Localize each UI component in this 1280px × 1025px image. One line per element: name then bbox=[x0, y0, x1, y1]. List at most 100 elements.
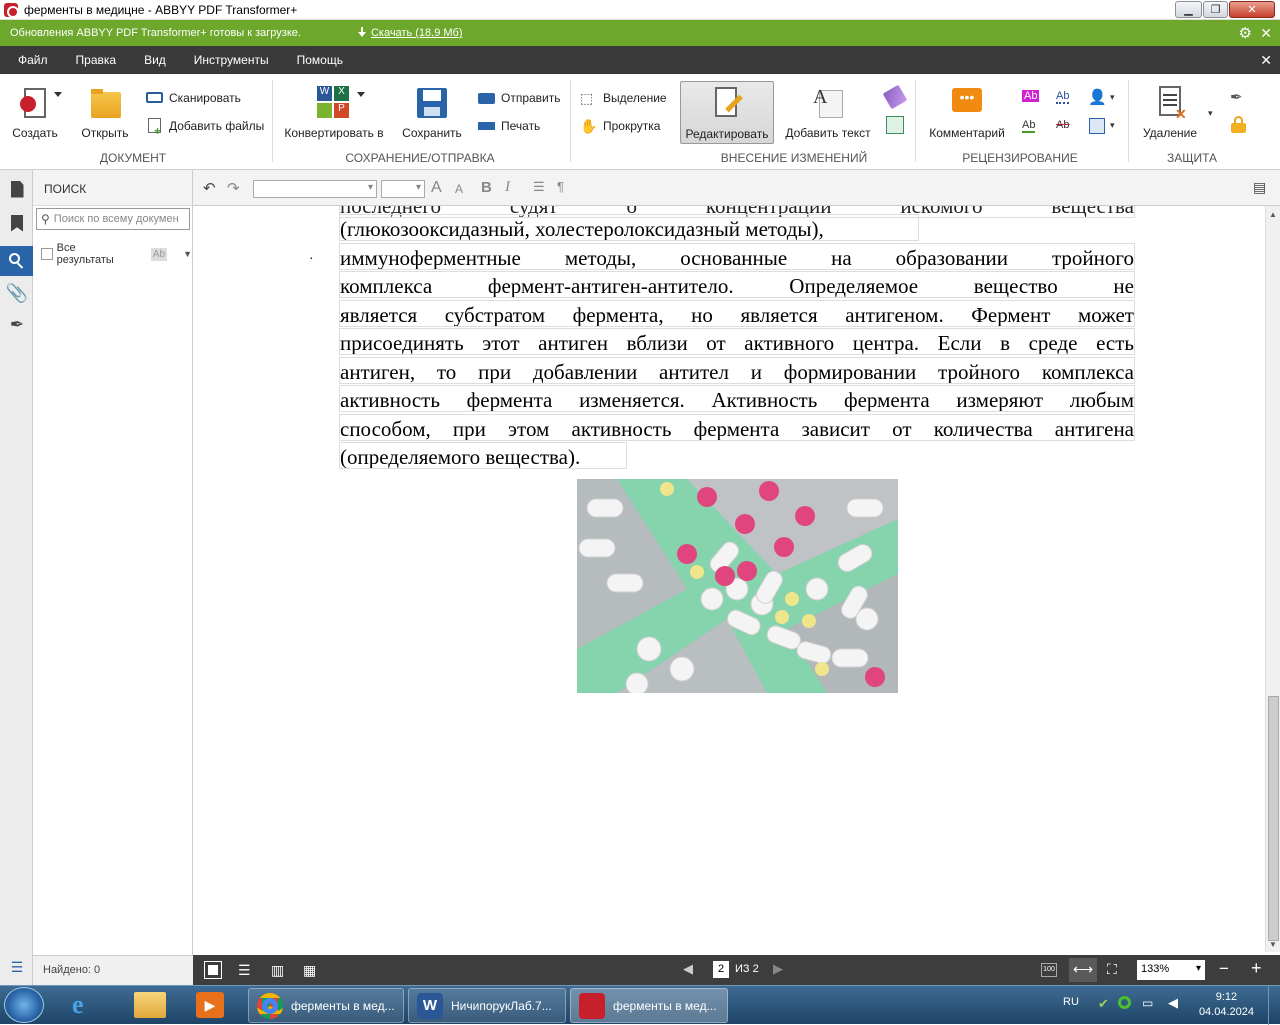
fit-page-icon[interactable]: ⛶ bbox=[1107, 961, 1117, 978]
close-button[interactable]: ✕ bbox=[1229, 1, 1275, 18]
underline-text-icon[interactable]: Ab bbox=[1022, 119, 1036, 133]
search-icon[interactable] bbox=[0, 246, 33, 276]
explorer-folder-icon[interactable] bbox=[134, 992, 166, 1018]
replace-text-icon[interactable]: Ab bbox=[1056, 90, 1070, 104]
paragraph-icon[interactable]: ¶ bbox=[557, 179, 564, 194]
document-line[interactable]: активность фермента изменяется. Активнос… bbox=[339, 385, 1135, 412]
document-line[interactable]: присоединять этот антиген вблизи от акти… bbox=[339, 328, 1135, 355]
vertical-scrollbar[interactable]: ▲ ▼ bbox=[1265, 206, 1280, 952]
prev-page-icon[interactable]: ◀ bbox=[683, 961, 693, 977]
media-player-icon[interactable]: ▶ bbox=[196, 992, 224, 1018]
show-desktop-button[interactable] bbox=[1268, 986, 1280, 1025]
document-line[interactable]: (глюкозооксидазный, холестеролоксидазный… bbox=[339, 214, 919, 241]
pages-icon[interactable] bbox=[6, 178, 28, 200]
zoom-out-icon[interactable]: − bbox=[1219, 959, 1229, 979]
taskbar-abbyy-window[interactable]: ферменты в мед... bbox=[570, 988, 728, 1023]
download-link[interactable]: Скачать (18,9 Мб) bbox=[357, 27, 463, 39]
lock-icon[interactable] bbox=[1231, 116, 1246, 133]
maximize-button[interactable]: ❐ bbox=[1203, 1, 1228, 18]
document-line[interactable]: комплекса фермент-антиген-антитело. Опре… bbox=[339, 271, 1135, 298]
fit-width-icon[interactable]: ⟷ bbox=[1069, 958, 1097, 982]
system-clock[interactable]: 9:12 04.04.2024 bbox=[1199, 990, 1254, 1020]
two-page-continuous-icon[interactable]: ▦ bbox=[303, 962, 319, 978]
menu-file[interactable]: Файл bbox=[18, 53, 48, 67]
convert-button[interactable]: W X P Конвертировать в bbox=[282, 86, 386, 140]
comment-button[interactable]: ••• Комментарий bbox=[925, 86, 1009, 140]
taskbar-chrome-window[interactable]: ферменты в мед... bbox=[248, 988, 404, 1023]
match-case-icon[interactable]: Ab bbox=[150, 247, 168, 261]
document-line[interactable]: иммуноферментные методы, основанные на о… bbox=[339, 243, 1135, 270]
delete-button[interactable]: ✕ Удаление bbox=[1140, 86, 1200, 140]
actual-size-icon[interactable]: 100 bbox=[1041, 963, 1057, 977]
font-size-select[interactable] bbox=[381, 180, 425, 198]
start-button[interactable] bbox=[4, 987, 44, 1023]
notes-list-icon[interactable]: ☰ bbox=[6, 956, 28, 978]
menu-help[interactable]: Помощь bbox=[297, 53, 343, 67]
open-button[interactable]: Открыть bbox=[80, 86, 130, 140]
page-number-input[interactable]: 2 bbox=[713, 961, 729, 978]
italic-icon[interactable]: I bbox=[505, 179, 510, 196]
save-button[interactable]: Сохранить bbox=[402, 86, 462, 140]
single-page-view-icon[interactable] bbox=[204, 961, 222, 979]
add-image-icon[interactable] bbox=[886, 116, 904, 134]
add-text-button[interactable]: A Добавить текст bbox=[784, 86, 872, 140]
language-indicator[interactable]: RU bbox=[1063, 996, 1079, 1008]
next-page-icon[interactable]: ▶ bbox=[773, 961, 783, 977]
align-icon[interactable]: ☰ bbox=[533, 179, 545, 195]
eraser-icon[interactable] bbox=[882, 84, 908, 110]
continuous-view-icon[interactable]: ☰ bbox=[238, 962, 254, 978]
internet-explorer-icon[interactable]: e bbox=[72, 990, 84, 1020]
add-files-button[interactable]: + Добавить файлы bbox=[146, 118, 264, 138]
attachment-icon[interactable]: 📎 bbox=[6, 282, 28, 304]
stamp-icon[interactable]: 👤 bbox=[1088, 88, 1107, 106]
strikethrough-text-icon[interactable]: Ab bbox=[1056, 119, 1069, 131]
all-results-checkbox[interactable] bbox=[41, 248, 53, 260]
minimize-button[interactable]: ▁ bbox=[1175, 1, 1202, 18]
close-update-icon[interactable]: ✕ bbox=[1260, 25, 1272, 42]
increase-font-icon[interactable]: A bbox=[431, 179, 442, 197]
scrollbar-thumb[interactable] bbox=[1268, 696, 1279, 941]
signature-icon[interactable]: ✒ bbox=[6, 314, 28, 336]
bookmark-icon[interactable] bbox=[6, 212, 28, 234]
font-name-select[interactable] bbox=[253, 180, 377, 198]
create-button[interactable]: Создать bbox=[10, 86, 62, 140]
select-tool-button[interactable]: ⬚ Выделение bbox=[580, 90, 667, 106]
edit-button[interactable]: Редактировать bbox=[680, 81, 774, 144]
stamp-dropdown-icon[interactable]: ▾ bbox=[1110, 92, 1115, 103]
undo-icon[interactable]: ↶ bbox=[203, 179, 216, 197]
calendar-dropdown-icon[interactable]: ▾ bbox=[1110, 120, 1115, 131]
delete-dropdown-icon[interactable]: ▾ bbox=[1208, 108, 1213, 119]
print-button[interactable]: Печать bbox=[478, 118, 540, 133]
pills-photo[interactable] bbox=[577, 479, 898, 693]
search-input[interactable]: ⚲ Поиск по всему докумен bbox=[36, 208, 190, 230]
menu-view[interactable]: Вид bbox=[144, 53, 166, 67]
signature-pen-icon[interactable]: ✒ bbox=[1230, 88, 1243, 106]
taskbar-word-window[interactable]: W НичипорукЛаб.7... bbox=[408, 988, 566, 1023]
comments-panel-icon[interactable]: ▤ bbox=[1253, 179, 1266, 196]
document-line[interactable]: (определяемого вещества). bbox=[339, 442, 627, 469]
menu-tools[interactable]: Инструменты bbox=[194, 53, 269, 67]
two-page-view-icon[interactable]: ▥ bbox=[271, 962, 287, 978]
gear-icon[interactable]: ⚙ bbox=[1239, 24, 1252, 42]
highlight-text-icon[interactable]: Ab bbox=[1022, 90, 1040, 102]
redo-icon[interactable]: ↷ bbox=[227, 179, 240, 197]
menu-edit[interactable]: Правка bbox=[76, 53, 117, 67]
document-line[interactable]: способом, при этом активность фермента з… bbox=[339, 414, 1135, 441]
scan-button[interactable]: Сканировать bbox=[146, 90, 241, 105]
document-line[interactable]: является субстратом фермента, но являетс… bbox=[339, 300, 1135, 327]
network-icon[interactable]: ▭ bbox=[1142, 996, 1153, 1010]
calendar-icon[interactable] bbox=[1089, 118, 1105, 134]
scroll-down-icon[interactable]: ▼ bbox=[1269, 940, 1277, 949]
send-button[interactable]: Отправить bbox=[478, 90, 561, 105]
search-options-dropdown-icon[interactable]: ▼ bbox=[183, 249, 192, 259]
tray-app-icon[interactable] bbox=[1118, 996, 1131, 1009]
volume-icon[interactable]: ◀ bbox=[1168, 995, 1178, 1011]
scroll-up-icon[interactable]: ▲ bbox=[1269, 210, 1277, 219]
close-document-icon[interactable]: ✕ bbox=[1260, 52, 1272, 69]
zoom-select[interactable]: 133% bbox=[1137, 960, 1205, 980]
decrease-font-icon[interactable]: A bbox=[455, 182, 463, 196]
document-line[interactable]: антиген, то при добавлении антител и фор… bbox=[339, 357, 1135, 384]
bold-icon[interactable]: B bbox=[481, 179, 492, 196]
zoom-in-icon[interactable]: + bbox=[1251, 958, 1262, 979]
scroll-tool-button[interactable]: ✋ Прокрутка bbox=[580, 118, 660, 134]
